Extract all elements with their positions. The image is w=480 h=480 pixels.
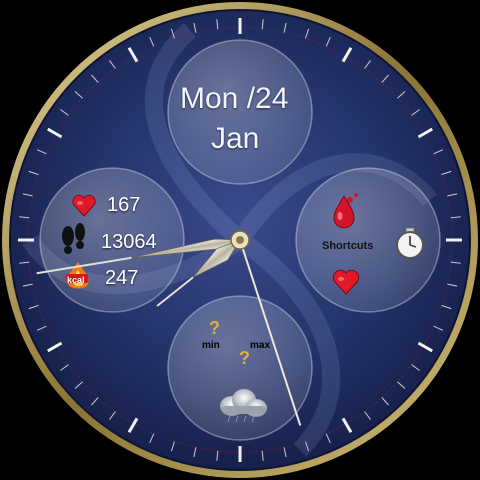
- date-month: Jan: [211, 122, 260, 155]
- weather-min-label: min: [202, 340, 220, 351]
- steps-value: 13064: [101, 231, 157, 253]
- calories-value: 247: [105, 267, 139, 289]
- watch-face: [2, 2, 478, 478]
- weather-min-value: ?: [209, 318, 220, 338]
- weather-current-value: ?: [239, 348, 250, 368]
- shortcuts-label: Shortcuts: [322, 240, 374, 252]
- calorie-badge: kcal: [67, 275, 85, 285]
- weather-max-label: max: [250, 340, 271, 351]
- heart-rate-value: 167: [107, 194, 141, 216]
- date-weekday-day: Mon /24: [180, 82, 289, 115]
